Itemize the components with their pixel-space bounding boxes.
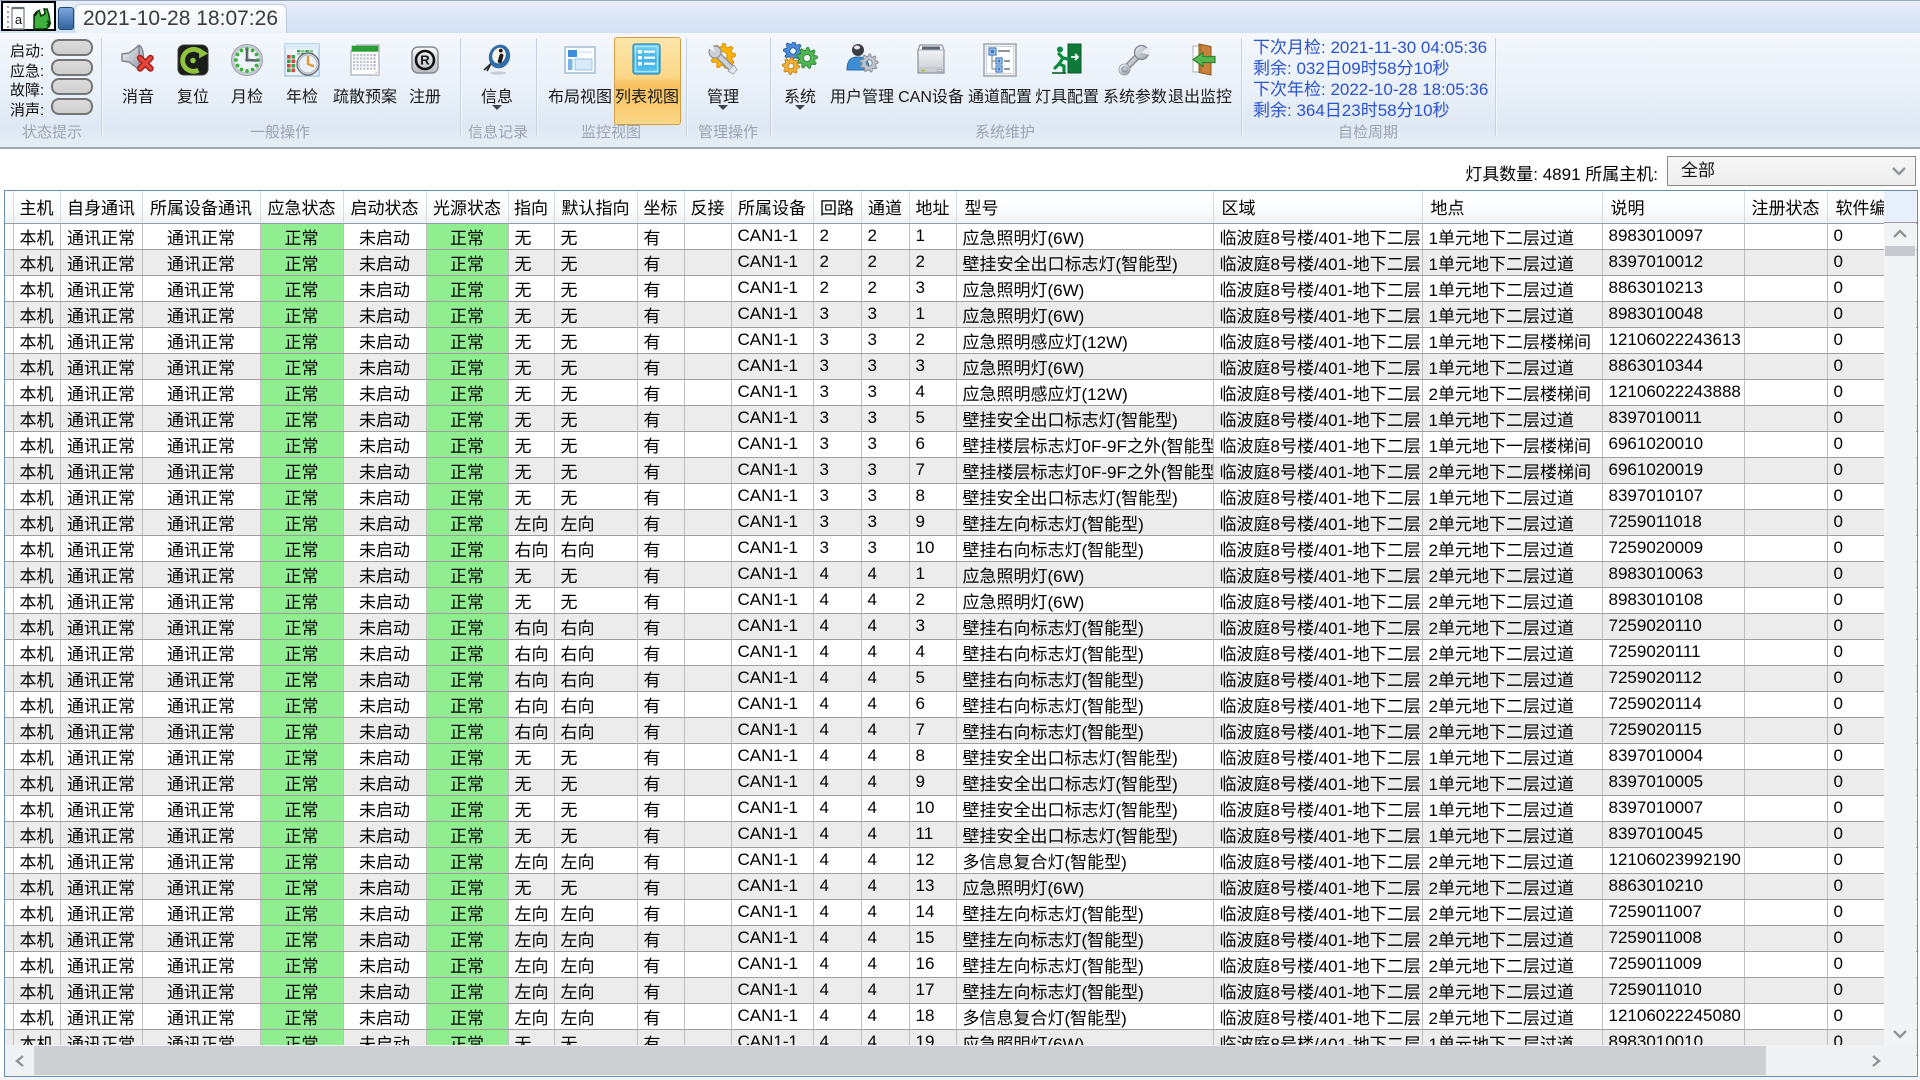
- svg-text:R: R: [420, 53, 430, 68]
- svg-text:a: a: [15, 12, 23, 27]
